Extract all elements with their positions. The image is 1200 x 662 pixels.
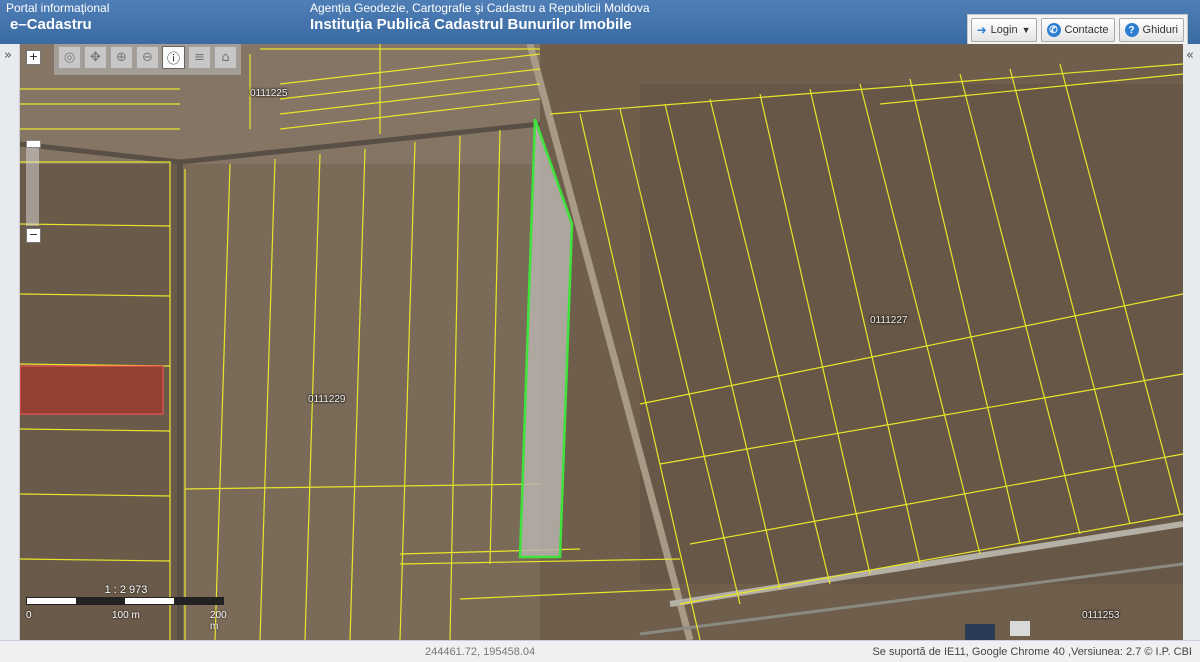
status-bar: 244461.72, 195458.04 Se suportă de IE11,… bbox=[0, 640, 1200, 662]
scale-bar-graphic bbox=[26, 597, 224, 605]
institution-name: Instituţia Publică Cadastrul Bunurilor I… bbox=[310, 16, 632, 33]
login-icon: ➜ bbox=[976, 23, 987, 37]
scale-ratio: 1 : 2 973 bbox=[104, 584, 148, 596]
left-panel-toggle[interactable]: » bbox=[0, 44, 20, 640]
sector-label-middle: 0111229 bbox=[308, 394, 346, 405]
contacts-button[interactable]: ✆ Contacte bbox=[1040, 18, 1115, 42]
scale-tick-100: 100 m bbox=[112, 610, 140, 621]
login-label: Login bbox=[990, 24, 1018, 36]
move-tool-icon[interactable]: ✥ bbox=[84, 46, 107, 69]
pan-tool-icon[interactable]: ◎ bbox=[58, 46, 81, 69]
print-tool-icon[interactable]: ⌂ bbox=[214, 46, 237, 69]
portal-subtitle: Portal informaţional bbox=[6, 1, 110, 15]
scale-bar: 1 : 2 973 0 100 m 200 m bbox=[26, 584, 236, 636]
contacts-label: Contacte bbox=[1064, 24, 1109, 36]
zoom-out-button[interactable]: − bbox=[26, 228, 41, 243]
expand-right-icon[interactable]: « bbox=[1186, 48, 1194, 63]
zoom-slider[interactable] bbox=[26, 140, 39, 226]
chevron-down-icon: ▼ bbox=[1021, 25, 1031, 35]
map-imagery bbox=[20, 44, 1183, 640]
layers-tool-icon[interactable]: ≡ bbox=[188, 46, 211, 69]
sector-label-right: 0111227 bbox=[870, 315, 908, 326]
guides-button[interactable]: ? Ghiduri bbox=[1118, 18, 1184, 42]
phone-icon: ✆ bbox=[1046, 23, 1061, 37]
support-info: Se suportă de IE11, Google Chrome 40 ,Ve… bbox=[872, 646, 1192, 658]
login-button[interactable]: ➜ Login ▼ bbox=[970, 18, 1037, 42]
help-icon: ? bbox=[1124, 23, 1139, 37]
cadastral-map[interactable]: 0111225 0111229 0111227 0111253 ◎ ✥ ⊕ ⊖ … bbox=[20, 44, 1183, 640]
portal-title[interactable]: e–Cadastru bbox=[10, 16, 92, 33]
scale-tick-200: 200 m bbox=[210, 610, 227, 632]
header-buttons: ➜ Login ▼ ✆ Contacte ? Ghiduri bbox=[966, 14, 1188, 46]
zoom-in-tool-icon[interactable]: ⊕ bbox=[110, 46, 133, 69]
sector-label-bottom-right: 0111253 bbox=[1082, 610, 1120, 621]
identify-tool-icon[interactable]: ⓘ bbox=[162, 46, 185, 69]
zoom-out-tool-icon[interactable]: ⊖ bbox=[136, 46, 159, 69]
zoom-slider-handle[interactable] bbox=[26, 140, 41, 148]
agency-name: Agenţia Geodezie, Cartografie şi Cadastr… bbox=[310, 1, 650, 15]
guides-label: Ghiduri bbox=[1142, 24, 1178, 36]
zoom-in-button[interactable]: + bbox=[26, 50, 41, 65]
map-toolbar: ◎ ✥ ⊕ ⊖ ⓘ ≡ ⌂ bbox=[54, 44, 241, 75]
cursor-coordinates: 244461.72, 195458.04 bbox=[425, 646, 536, 658]
sector-label-top-left: 0111225 bbox=[250, 88, 288, 99]
right-panel-toggle[interactable]: « bbox=[1182, 44, 1200, 640]
scale-tick-0: 0 bbox=[26, 610, 32, 621]
app-header: Portal informaţional e–Cadastru Agenţia … bbox=[0, 0, 1200, 46]
expand-left-icon[interactable]: » bbox=[4, 48, 12, 63]
